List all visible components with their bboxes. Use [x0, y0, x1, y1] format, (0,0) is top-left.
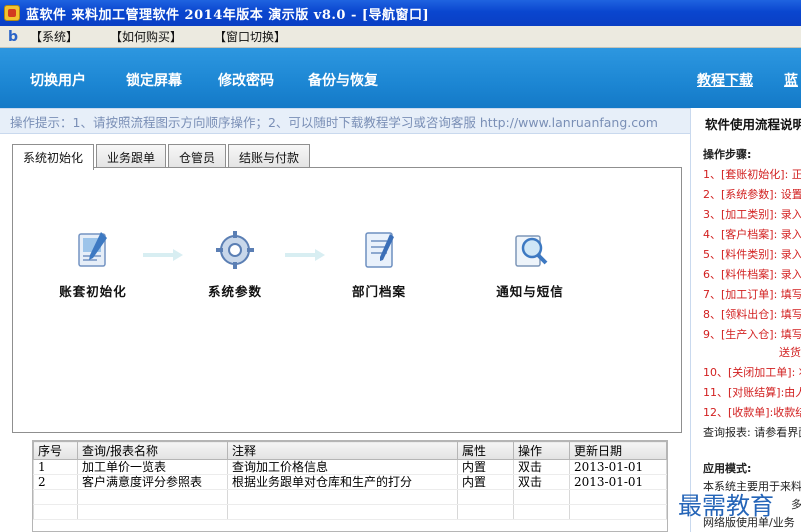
lock-screen-button[interactable]: 锁定屏幕: [126, 70, 182, 90]
menu-how-to-buy[interactable]: 【如何购买】: [110, 28, 182, 45]
tab-warehouse[interactable]: 仓管员: [168, 144, 227, 168]
col-update-date[interactable]: 更新日期: [569, 441, 667, 460]
tutorial-download-link[interactable]: 教程下载: [697, 70, 753, 90]
toolbar: 切换用户 锁定屏幕 修改密码 备份与恢复 教程下载 蓝: [0, 48, 801, 108]
cell-index: 1: [33, 459, 78, 475]
table-row[interactable]: 1 加工单价一览表 查询加工价格信息 内置 双击 2013-01-01: [33, 459, 667, 475]
flow-label-notice-sms: 通知与短信: [496, 284, 564, 299]
report-table: 序号 查询/报表名称 注释 属性 操作 更新日期 1 加工单价一览表 查询加工价…: [32, 440, 668, 532]
menu-window-switch[interactable]: 【窗口切换】: [214, 28, 286, 45]
flow-account-init[interactable]: 账套初始化: [43, 228, 143, 300]
cell-report-name: 客户满意度评分参照表: [77, 474, 228, 490]
document-pen-icon: [78, 232, 107, 267]
nav-cut-link[interactable]: 蓝: [784, 70, 798, 90]
cell-update-date: 2013-01-01: [569, 474, 667, 490]
window-title: 蓝软件 来料加工管理软件 2014年版本 演示版 v8.0 - [导航窗口]: [26, 7, 430, 23]
step-item: 2、[系统参数]: 设置: [703, 188, 801, 201]
tab-system-init[interactable]: 系统初始化: [12, 144, 95, 170]
mode-heading: 应用模式:: [703, 462, 752, 475]
step-item: 11、[对账结算]:由人: [703, 386, 801, 399]
cell-operation: 双击: [513, 474, 570, 490]
col-operation[interactable]: 操作: [513, 441, 570, 460]
flow-label-system-params: 系统参数: [207, 284, 262, 299]
title-bar: 蓝软件 来料加工管理软件 2014年版本 演示版 v8.0 - [导航窗口]: [0, 0, 801, 26]
step-item: 4、[客户档案]: 录入: [703, 228, 801, 241]
step-item: 9、[生产入仓]: 填写: [703, 328, 801, 341]
tab-panel: 账套初始化 系统参数 部门档案 通知与短信: [12, 167, 682, 433]
tab-strip: 系统初始化 业务跟单 仓管员 结账与付款: [12, 144, 312, 170]
table-header-row: 序号 查询/报表名称 注释 属性 操作 更新日期: [33, 441, 667, 460]
change-password-button[interactable]: 修改密码: [218, 70, 274, 90]
step-item: 7、[加工订单]: 填写: [703, 288, 801, 301]
module-tabs: 系统初始化 业务跟单 仓管员 结账与付款 账套初始化 系统参数 部门档案 通知与…: [12, 144, 682, 434]
app-logo-icon: [4, 5, 20, 21]
gear-icon: [216, 231, 254, 269]
step-item: 1、[套账初始化]: 正: [703, 168, 801, 181]
menu-system[interactable]: 【系统】: [30, 28, 78, 45]
notebook-icon: [365, 232, 394, 268]
step-item: 8、[领料出仓]: 填写: [703, 308, 801, 321]
step-item: 10、[关闭加工单]: 将: [703, 366, 801, 379]
step-item: 3、[加工类别]: 录入: [703, 208, 801, 221]
step-item: 12、[收款单]:收款结: [703, 406, 801, 419]
switch-user-button[interactable]: 切换用户: [30, 70, 86, 90]
flow-arrow-icon: [285, 249, 325, 261]
cell-report-name: 加工单价一览表: [77, 459, 228, 475]
cell-operation: 双击: [513, 459, 570, 475]
menu-bar: b 【系统】 【如何购买】 【窗口切换】: [0, 26, 801, 48]
cell-attribute: 内置: [457, 459, 514, 475]
col-index[interactable]: 序号: [33, 441, 78, 460]
usage-flow-panel: 软件使用流程说明 操作步骤: 1、[套账初始化]: 正 2、[系统参数]: 设置…: [690, 108, 801, 532]
flow-system-params[interactable]: 系统参数: [185, 228, 285, 300]
col-attribute[interactable]: 属性: [457, 441, 514, 460]
cell-attribute: 内置: [457, 474, 514, 490]
tab-business-order[interactable]: 业务跟单: [96, 144, 167, 168]
step-item: 6、[料件档案]: 录入: [703, 268, 801, 281]
operation-hint-text: 操作提示：1、请按照流程图示方向顺序操作；2、可以随时下载教程学习或咨询客服 h…: [10, 114, 658, 130]
flow-label-department-archive: 部门档案: [351, 284, 406, 299]
watermark-text: 最需教育: [678, 492, 774, 520]
cell-update-date: 2013-01-01: [569, 459, 667, 475]
table-row: [33, 504, 667, 520]
col-report-name[interactable]: 查询/报表名称: [77, 441, 228, 460]
menu-logo-icon: b: [8, 28, 19, 45]
cell-comment: 根据业务跟单对仓库和生产的打分: [227, 474, 458, 490]
backup-restore-button[interactable]: 备份与恢复: [308, 70, 378, 90]
table-row[interactable]: 2 客户满意度评分参照表 根据业务跟单对仓库和生产的打分 内置 双击 2013-…: [33, 474, 667, 490]
cell-index: 2: [33, 474, 78, 490]
magnifier-icon: [515, 235, 548, 267]
tab-settlement[interactable]: 结账与付款: [228, 144, 311, 168]
steps-heading: 操作步骤:: [703, 148, 752, 161]
flow-department-archive[interactable]: 部门档案: [329, 228, 429, 300]
operation-hint-bar: 操作提示：1、请按照流程图示方向顺序操作；2、可以随时下载教程学习或咨询客服 h…: [0, 108, 690, 134]
query-note: 查询报表: 请参看界面: [703, 426, 801, 439]
mode-line: 多: [791, 498, 801, 511]
table-row: [33, 489, 667, 505]
usage-flow-title: 软件使用流程说明: [705, 117, 801, 132]
cell-comment: 查询加工价格信息: [227, 459, 458, 475]
step-item: 5、[料件类别]: 录入: [703, 248, 801, 261]
flow-notice-sms[interactable]: 通知与短信: [475, 228, 585, 300]
col-comment[interactable]: 注释: [227, 441, 458, 460]
step-item-continued: 送货: [779, 346, 801, 359]
flow-label-account-init: 账套初始化: [59, 284, 127, 299]
flow-arrow-icon: [143, 249, 183, 261]
